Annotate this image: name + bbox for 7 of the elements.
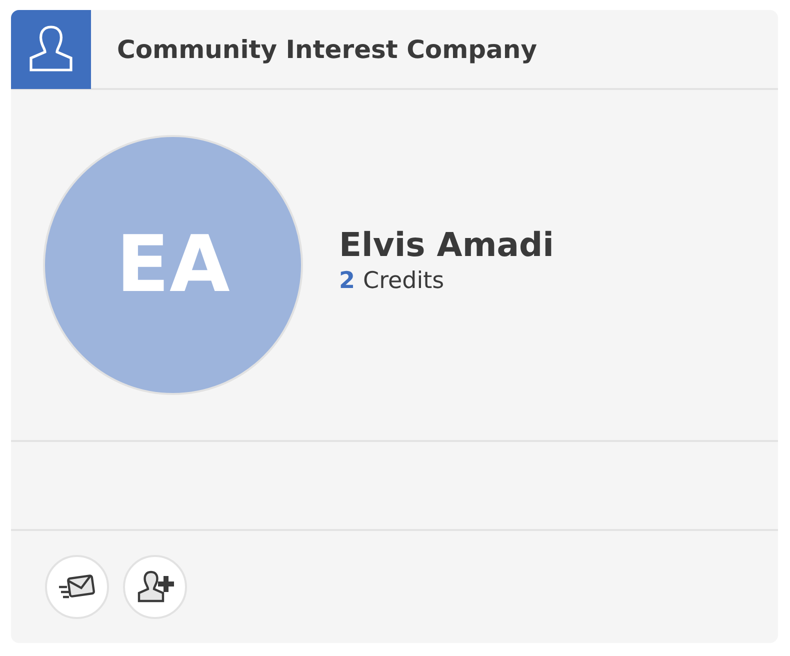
card-title: Community Interest Company xyxy=(117,34,537,64)
user-name: Elvis Amadi xyxy=(339,224,554,264)
credits-count: 2 xyxy=(339,268,356,294)
avatar: EA xyxy=(43,135,303,395)
envelope-icon xyxy=(57,573,97,601)
add-person-icon xyxy=(135,570,175,604)
credits-label: Credits xyxy=(363,268,444,294)
